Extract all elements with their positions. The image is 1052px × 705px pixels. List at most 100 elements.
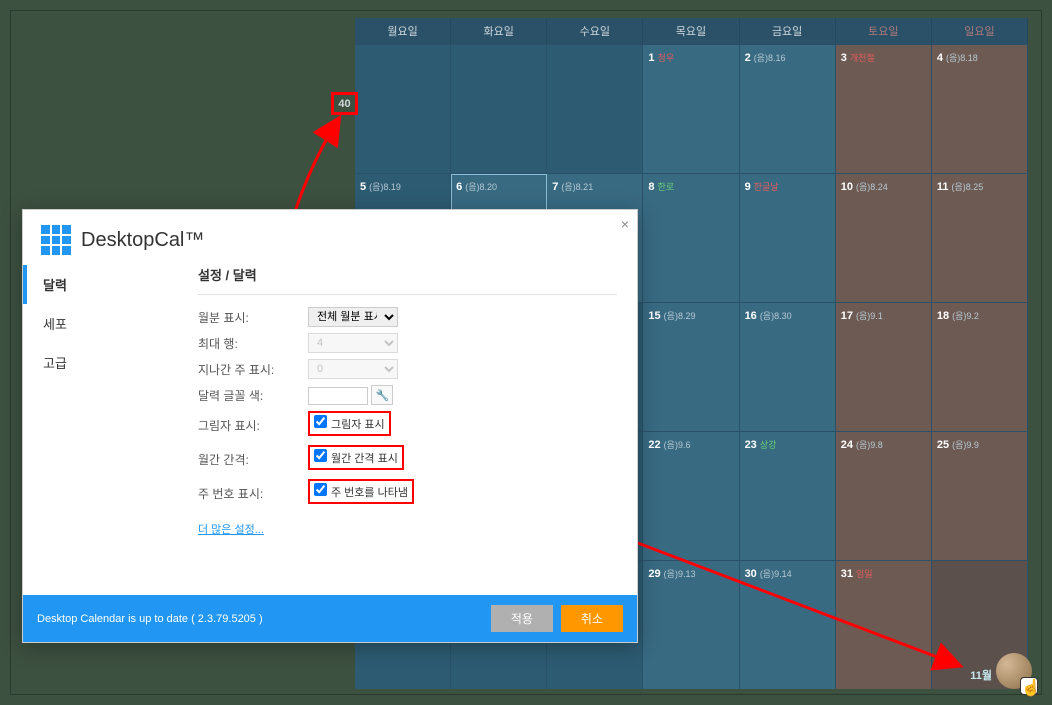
hand-cursor-icon: ☝ <box>1020 677 1038 695</box>
dialog-body: 달력 세포 고급 설정 / 달력 월분 표시: 전체 월분 표시 최대 행: 4… <box>23 265 637 585</box>
select-month-display[interactable]: 전체 월분 표시 <box>308 307 398 327</box>
mascot-icon[interactable]: ☝ <box>996 653 1036 693</box>
calendar-cell[interactable]: 23상강 <box>740 432 836 560</box>
select-max-rows: 4 <box>308 333 398 353</box>
day-number: 25 <box>937 439 949 451</box>
day-number: 18 <box>937 310 949 322</box>
calendar-cell[interactable]: 2(음)8.16 <box>740 45 836 173</box>
calendar-header-row: 월요일 화요일 수요일 목요일 금요일 토요일 일요일 <box>355 18 1028 44</box>
day-number: 16 <box>745 310 757 322</box>
calendar-cell[interactable]: 8한로 <box>643 174 739 302</box>
row-week-num: 주 번호 표시: 주 번호를 나타냄 <box>198 479 617 507</box>
calendar-cell[interactable]: 30(음)9.14 <box>740 561 836 689</box>
settings-dialog: × DesktopCal™ 달력 세포 고급 설정 / 달력 월분 표시: 전체… <box>22 209 638 643</box>
settings-content: 설정 / 달력 월분 표시: 전체 월분 표시 최대 행: 4 지나간 주 표시… <box>178 265 637 585</box>
link-more-settings[interactable]: 더 많은 설정... <box>198 521 264 537</box>
day-subtext: 한글날 <box>754 182 779 192</box>
close-icon[interactable]: × <box>621 216 629 232</box>
calendar-cell[interactable]: 17(음)9.1 <box>836 303 932 431</box>
day-number: 7 <box>552 181 558 193</box>
weekday-sun: 일요일 <box>932 18 1028 44</box>
weekday-sat: 토요일 <box>836 18 932 44</box>
dialog-footer: Desktop Calendar is up to date ( 2.3.79.… <box>23 595 637 642</box>
checkbox-month-gap-label[interactable]: 월간 간격 표시 <box>314 453 398 465</box>
day-number: · <box>456 52 460 64</box>
day-subtext: (음)8.20 <box>465 182 497 192</box>
calendar-cell[interactable]: 4(음)8.18 <box>932 45 1028 173</box>
day-number: 24 <box>841 439 853 451</box>
calendar-row: ···1청우2(음)8.163개천절4(음)8.18 <box>355 44 1028 173</box>
day-subtext: (음)8.30 <box>760 311 792 321</box>
sidebar-item-calendar[interactable]: 달력 <box>23 265 178 304</box>
input-font-color[interactable] <box>308 387 368 405</box>
day-subtext: (음)9.14 <box>760 569 792 579</box>
select-past-weeks: 0 <box>308 359 398 379</box>
weekday-mon: 월요일 <box>355 18 451 44</box>
app-logo-icon <box>41 225 71 255</box>
day-number: 31 <box>841 568 853 580</box>
day-subtext: (음)8.19 <box>369 182 401 192</box>
checkbox-month-gap-text: 월간 간격 표시 <box>331 453 398 465</box>
status-text: Desktop Calendar is up to date ( 2.3.79.… <box>37 613 483 625</box>
calendar-cell[interactable]: 16(음)8.30 <box>740 303 836 431</box>
calendar-cell[interactable]: 15(음)8.29 <box>643 303 739 431</box>
label-shadow: 그림자 표시: <box>198 417 308 434</box>
calendar-cell[interactable]: 22(음)9.6 <box>643 432 739 560</box>
weekday-thu: 목요일 <box>643 18 739 44</box>
calendar-cell[interactable]: 1청우 <box>643 45 739 173</box>
calendar-cell[interactable]: 11(음)8.25 <box>932 174 1028 302</box>
calendar-cell[interactable]: 18(음)9.2 <box>932 303 1028 431</box>
calendar-cell[interactable]: 31임일 <box>836 561 932 689</box>
day-subtext: (음)9.9 <box>952 440 979 450</box>
day-number: 2 <box>745 52 751 64</box>
checkbox-week-num-label[interactable]: 주 번호를 나타냄 <box>314 487 408 499</box>
calendar-cell[interactable]: · <box>547 45 643 173</box>
day-subtext: (음)9.2 <box>952 311 979 321</box>
day-subtext: 상강 <box>760 440 777 450</box>
day-subtext: (음)8.21 <box>561 182 593 192</box>
cancel-button[interactable]: 취소 <box>561 605 623 632</box>
day-number: · <box>360 52 364 64</box>
checkbox-shadow[interactable] <box>314 415 327 428</box>
weekday-fri: 금요일 <box>740 18 836 44</box>
calendar-cell[interactable]: 29(음)9.13 <box>643 561 739 689</box>
day-number: 1 <box>648 52 654 64</box>
app-title: DesktopCal™ <box>81 229 204 252</box>
label-max-rows: 최대 행: <box>198 335 308 352</box>
checkbox-shadow-label[interactable]: 그림자 표시 <box>314 419 385 431</box>
calendar-cell[interactable]: · <box>451 45 547 173</box>
day-number: 9 <box>745 181 751 193</box>
day-subtext: 임일 <box>856 569 873 579</box>
day-subtext: (음)9.1 <box>856 311 883 321</box>
row-month-display: 월분 표시: 전체 월분 표시 <box>198 307 617 327</box>
row-shadow: 그림자 표시: 그림자 표시 <box>198 411 617 439</box>
week-number-highlight: 40 <box>331 92 358 115</box>
checkbox-shadow-text: 그림자 표시 <box>331 419 385 431</box>
day-number: 15 <box>648 310 660 322</box>
apply-button[interactable]: 적용 <box>491 605 553 632</box>
weekday-wed: 수요일 <box>547 18 643 44</box>
day-subtext: (음)9.13 <box>664 569 696 579</box>
label-past-weeks: 지나간 주 표시: <box>198 361 308 378</box>
day-subtext: (음)8.25 <box>951 182 983 192</box>
calendar-cell[interactable]: 25(음)9.9 <box>932 432 1028 560</box>
calendar-cell[interactable]: 24(음)9.8 <box>836 432 932 560</box>
calendar-cell[interactable]: 9한글날 <box>740 174 836 302</box>
calendar-cell[interactable]: 3개천절 <box>836 45 932 173</box>
checkbox-month-gap[interactable] <box>314 449 327 462</box>
day-subtext: (음)9.8 <box>856 440 883 450</box>
calendar-cell[interactable]: · <box>355 45 451 173</box>
calendar-cell[interactable]: 10(음)8.24 <box>836 174 932 302</box>
sidebar-item-cell[interactable]: 세포 <box>23 304 178 343</box>
day-number: · <box>937 568 941 580</box>
label-month-gap: 월간 간격: <box>198 451 308 468</box>
checkbox-week-num[interactable] <box>314 483 327 496</box>
day-number: 8 <box>648 181 654 193</box>
font-color-picker-icon[interactable]: 🔧 <box>371 385 393 405</box>
row-font-color: 달력 글꼴 색: 🔧 <box>198 385 617 405</box>
day-number: 4 <box>937 52 943 64</box>
sidebar-item-advanced[interactable]: 고급 <box>23 343 178 382</box>
section-title: 설정 / 달력 <box>198 265 617 295</box>
row-month-gap: 월간 간격: 월간 간격 표시 <box>198 445 617 473</box>
day-subtext: (음)8.24 <box>856 182 888 192</box>
